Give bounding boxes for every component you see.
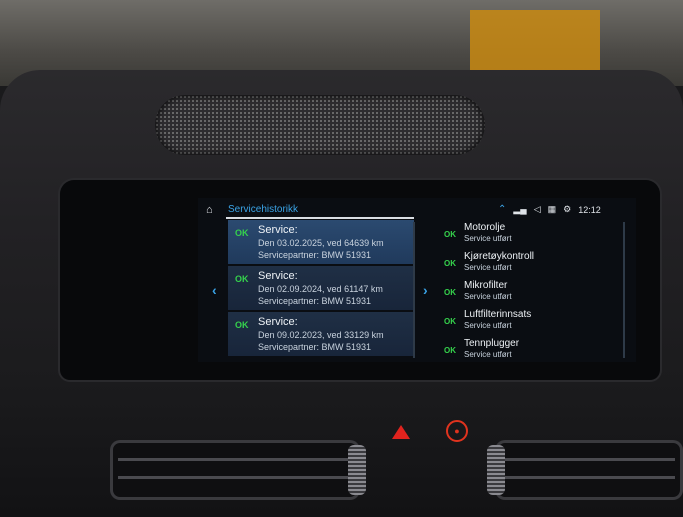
service-history-list: OK Service: Den 03.02.2025, ved 64639 km… [228,220,416,360]
vent-slat [118,476,352,479]
service-history-item[interactable]: OK Service: Den 09.02.2023, ved 33129 km… [228,312,414,357]
entry-title: Service: [258,224,298,236]
volume-icon: ◁ [533,204,541,214]
ok-badge: OK [444,259,456,268]
ok-badge: OK [235,228,249,238]
scrollbar[interactable] [413,222,415,358]
vent-slat [503,458,675,461]
hazard-icon[interactable] [392,425,410,439]
vent-knob[interactable] [487,445,505,495]
chevron-left-icon[interactable]: ‹ [212,282,217,298]
ok-badge: OK [444,346,456,355]
idrive-screen: ⌂ Servicehistorikk ⌃ ▂▄ ◁ ▦ ⚙ 12:12 ‹ OK… [198,198,636,362]
settings-icon: ⚙ [563,204,572,214]
entry-date: Den 03.02.2025, ved 64639 km [258,238,384,248]
entry-title: Service: [258,270,298,282]
ok-badge: OK [444,230,456,239]
service-history-item[interactable]: OK Service: Den 03.02.2025, ved 64639 km… [228,220,414,265]
chevron-right-icon[interactable]: › [423,282,428,298]
entry-partner: Servicepartner: BMW 51931 [258,342,372,352]
entry-date: Den 09.02.2023, ved 33129 km [258,330,384,340]
status-bar: ⌃ ▂▄ ◁ ▦ ⚙ 12:12 [498,204,601,215]
media-icon: ▦ [547,204,557,214]
service-item-status: Service utført [464,321,512,330]
service-item[interactable]: OK Luftfilterinnsats Service utført [438,307,628,335]
air-vent-right [495,440,683,500]
chevron-up-icon[interactable]: ⌃ [498,204,506,215]
service-item-status: Service utført [464,292,512,301]
dashboard-speaker-grille [155,95,485,155]
service-item-status: Service utført [464,263,512,272]
ok-badge: OK [444,317,456,326]
service-item[interactable]: OK Kjøretøykontroll Service utført [438,249,628,277]
service-items-list: OK Motorolje Service utført OK Kjøretøyk… [438,220,628,362]
entry-date: Den 02.09.2024, ved 61147 km [258,284,383,294]
service-item-status: Service utført [464,350,512,359]
lock-icon[interactable]: ● [446,420,468,442]
service-item[interactable]: OK Motorolje Service utført [438,220,628,248]
clock: 12:12 [578,204,601,215]
ok-badge: OK [444,288,456,297]
scrollbar[interactable] [623,222,625,358]
service-item-status: Service utført [464,234,512,243]
home-icon[interactable]: ⌂ [206,205,216,216]
breadcrumb-underline [226,217,414,219]
signal-icon: ▂▄ [513,204,527,214]
vent-knob[interactable] [348,445,366,495]
service-item-name: Mikrofilter [464,280,508,291]
service-history-item[interactable]: OK Service: Den 02.09.2024, ved 61147 km… [228,266,414,311]
service-item-name: Tennplugger [464,338,520,349]
entry-partner: Servicepartner: BMW 51931 [258,296,372,306]
ok-badge: OK [235,320,249,330]
air-vent-left [110,440,360,500]
vent-slat [503,476,675,479]
service-item[interactable]: OK Tennplugger Service utført [438,336,628,362]
service-item-name: Motorolje [464,222,506,233]
service-item-name: Kjøretøykontroll [464,251,535,262]
entry-title: Service: [258,316,298,328]
entry-partner: Servicepartner: BMW 51931 [258,250,372,260]
vent-slat [118,458,352,461]
ok-badge: OK [235,274,249,284]
breadcrumb: Servicehistorikk [228,204,299,215]
service-item-name: Luftfilterinnsats [464,309,532,320]
service-item[interactable]: OK Mikrofilter Service utført [438,278,628,306]
